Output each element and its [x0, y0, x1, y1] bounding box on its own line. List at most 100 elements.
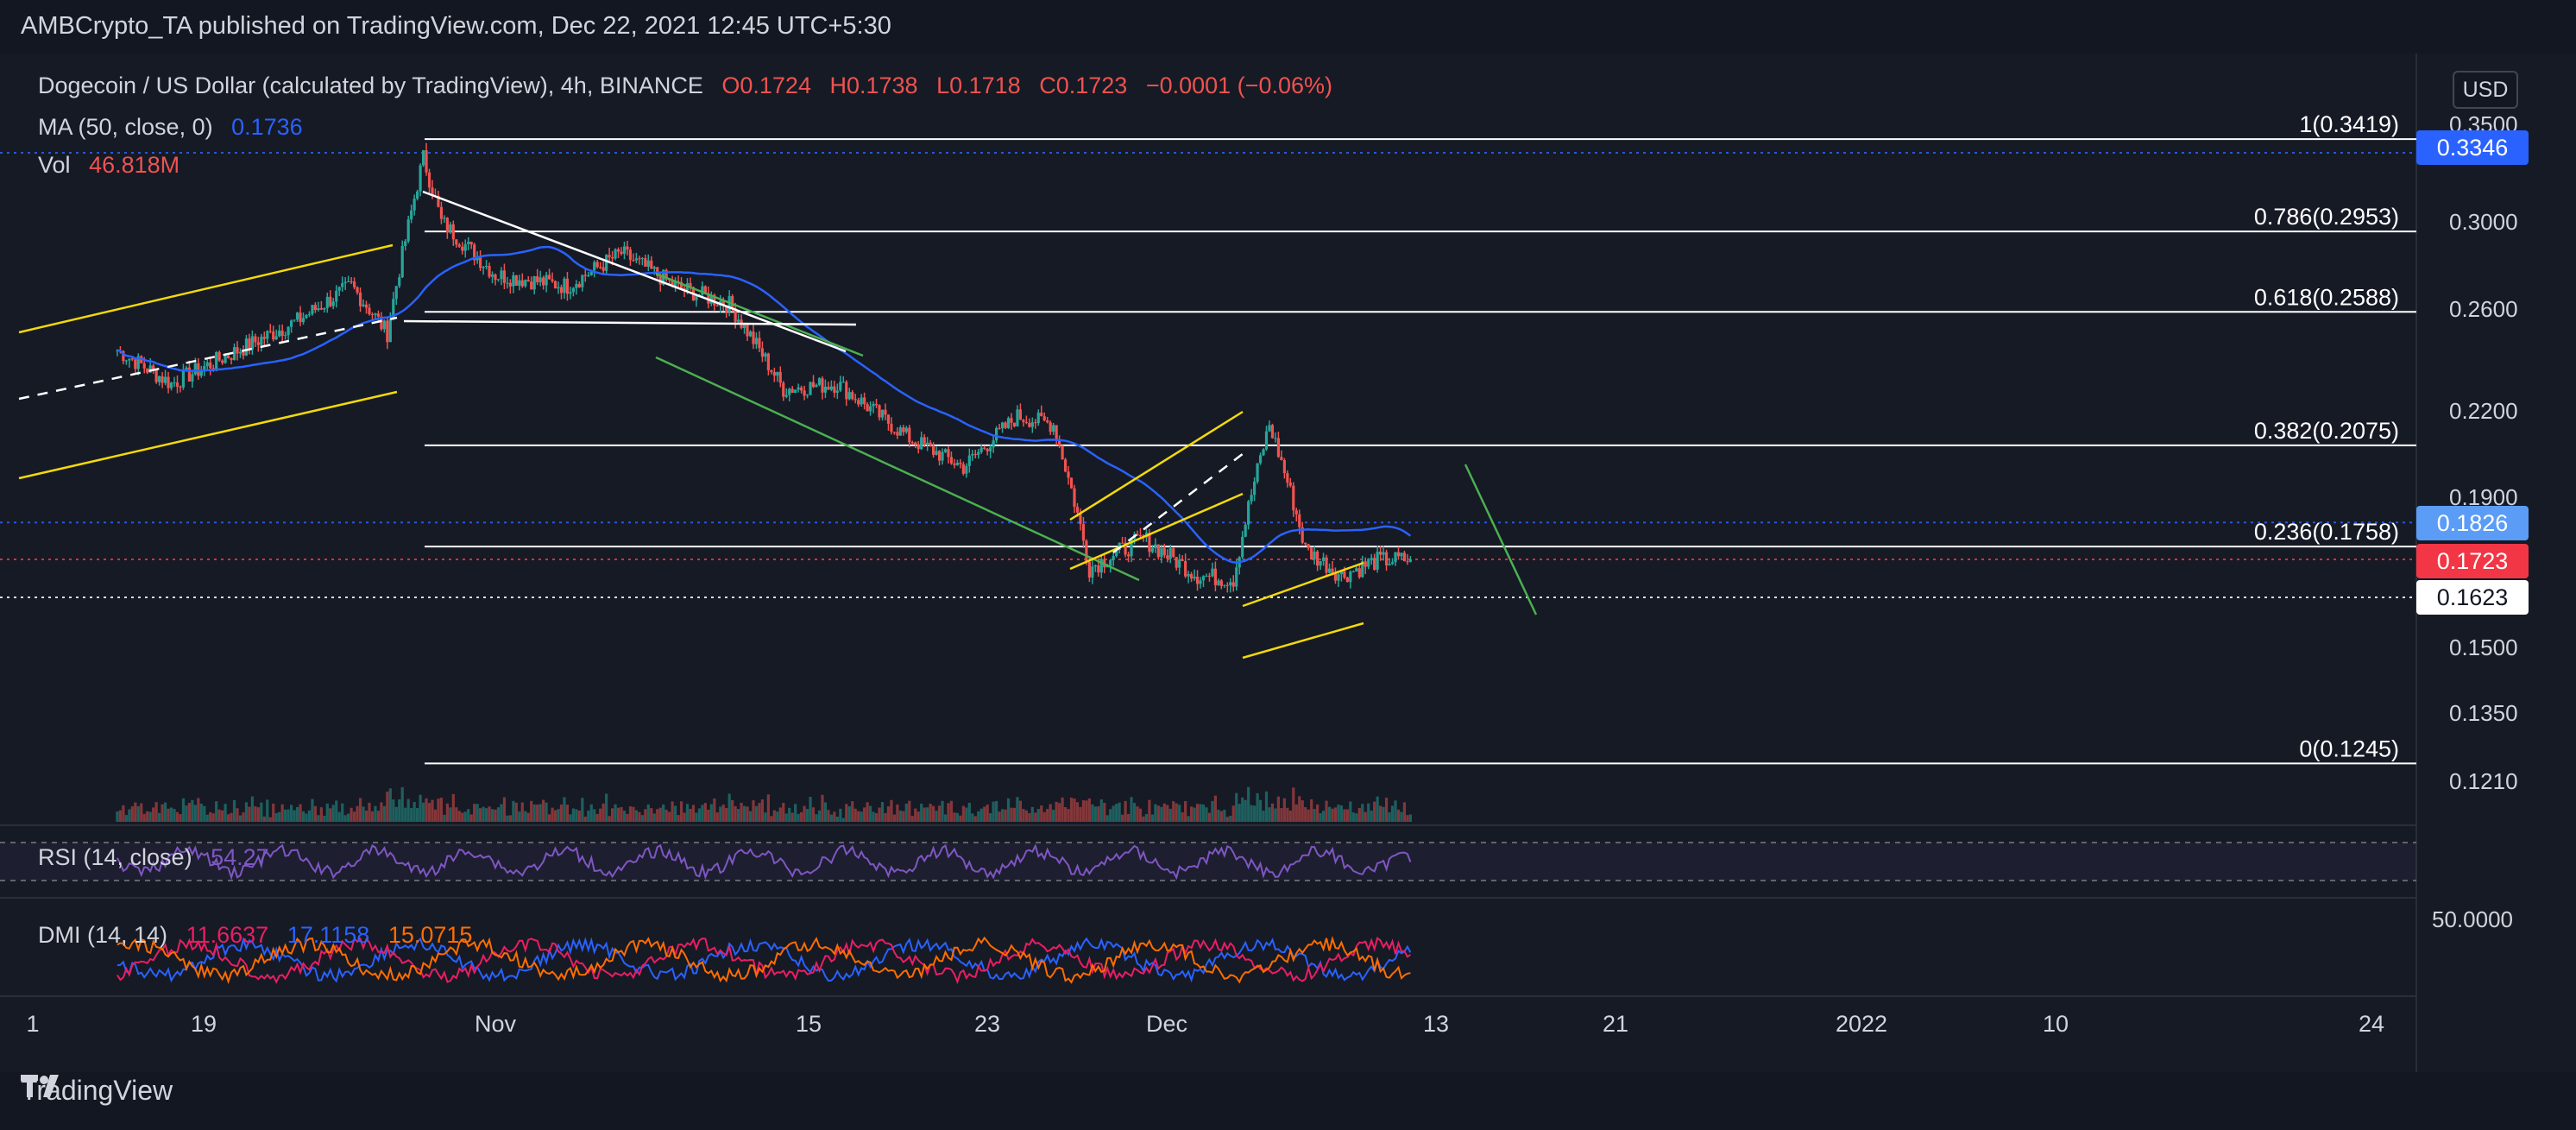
- candle-body: [1030, 422, 1034, 427]
- candle-body: [1199, 580, 1202, 584]
- candle-body: [508, 282, 512, 287]
- candle-body: [445, 218, 449, 233]
- volume-bar: [740, 802, 743, 822]
- candle-body: [331, 301, 335, 306]
- candle-body: [910, 442, 914, 444]
- candle-body: [1150, 548, 1154, 552]
- volume-bar: [904, 803, 908, 822]
- price-chart[interactable]: 0.35000.30000.26000.22000.19000.15000.13…: [0, 54, 2576, 1072]
- rsi-band: [0, 843, 2416, 881]
- currency-button[interactable]: USD: [2453, 71, 2518, 109]
- volume-bar: [1270, 803, 1275, 822]
- volume-bar: [536, 805, 539, 822]
- candle-body: [790, 388, 794, 394]
- volume-bar: [1012, 807, 1017, 822]
- candle-body: [1049, 422, 1052, 432]
- volume-bar: [1136, 806, 1139, 822]
- volume-bar: [1109, 809, 1112, 822]
- volume-bar: [1274, 808, 1277, 822]
- candle-body: [1160, 548, 1163, 558]
- candle-body: [469, 242, 473, 245]
- volume-bar: [1061, 797, 1064, 822]
- candle-body: [329, 296, 332, 306]
- volume-bar: [790, 812, 794, 822]
- candle-body: [916, 445, 920, 450]
- candle-body: [226, 356, 230, 358]
- volume-bar: [427, 803, 431, 822]
- candle-body: [368, 307, 371, 315]
- candle-body: [250, 336, 254, 350]
- candle-body: [191, 374, 194, 382]
- volume-bar: [1075, 802, 1080, 822]
- volume-bar: [1028, 812, 1031, 822]
- candle-body: [242, 351, 245, 356]
- volume-bar: [1343, 809, 1346, 822]
- volume-bar: [1364, 811, 1367, 822]
- volume-bar: [1333, 807, 1338, 822]
- fib-level-label: 0.236(0.1758): [2254, 519, 2399, 545]
- candle-body: [1087, 561, 1091, 578]
- candle-body: [652, 267, 656, 269]
- volume-bar: [163, 802, 167, 822]
- candle-body: [797, 387, 800, 390]
- candle-body: [746, 324, 749, 337]
- volume-bar: [356, 805, 359, 822]
- candle-body: [1376, 552, 1379, 570]
- candle-body: [301, 318, 305, 323]
- volume-bar: [1175, 803, 1178, 822]
- volume-bar: [896, 804, 899, 822]
- volume-bar: [1361, 804, 1364, 822]
- candle-body: [370, 314, 375, 316]
- high-value: H0.1738: [829, 73, 918, 98]
- tradingview-footer[interactable]: TradingView: [21, 1075, 173, 1107]
- chart-area[interactable]: 0.3500 0.3000 0.2600 0.2200 0.1900 0.1500 0.13…: [0, 54, 2576, 1072]
- volume-bar: [313, 805, 317, 822]
- volume-bar: [697, 808, 702, 822]
- volume-bar: [500, 804, 503, 822]
- volume-bar: [671, 801, 674, 822]
- volume-bar: [823, 802, 828, 822]
- volume-bar: [640, 815, 644, 822]
- candle-body: [760, 348, 765, 357]
- candle-body: [1250, 495, 1253, 502]
- candle-body: [1351, 571, 1355, 573]
- volume-bar: [1264, 791, 1269, 822]
- candle-body: [1370, 558, 1373, 561]
- volume-bar: [650, 808, 653, 822]
- candle-body: [134, 359, 137, 369]
- candle-body: [884, 409, 887, 415]
- volume-bar: [1207, 812, 1212, 822]
- candle-body: [575, 284, 578, 288]
- volume-bar: [662, 804, 665, 822]
- volume-bar: [770, 816, 773, 822]
- candle-body: [565, 278, 570, 294]
- volume-bar: [539, 804, 542, 822]
- candle-body: [817, 378, 822, 385]
- volume-bar: [599, 808, 602, 822]
- volume-bar: [965, 807, 968, 822]
- volume-bar: [979, 808, 983, 822]
- volume-bar: [1331, 808, 1334, 822]
- candle-body: [463, 243, 467, 251]
- candle-body: [614, 249, 617, 259]
- candle-body: [748, 331, 753, 337]
- volume-bar: [404, 807, 407, 822]
- volume-bar: [1000, 809, 1005, 822]
- candle-body: [364, 304, 368, 308]
- volume-bar: [1118, 802, 1121, 822]
- volume-bar: [920, 803, 923, 822]
- candle-body: [518, 280, 521, 286]
- x-tick-label: 2022: [1836, 1011, 1887, 1037]
- volume-bar: [272, 803, 275, 822]
- volume-bar: [571, 808, 575, 822]
- candle-body: [929, 442, 932, 446]
- volume-bar: [197, 798, 200, 822]
- volume-bar: [959, 815, 962, 822]
- volume-bar: [742, 805, 746, 822]
- volume-bar: [1148, 799, 1151, 822]
- candle-body: [766, 353, 770, 370]
- candle-body: [404, 241, 407, 246]
- x-tick-label: 13: [1423, 1011, 1449, 1037]
- volume-bar: [368, 802, 371, 822]
- candle-body: [1408, 559, 1412, 562]
